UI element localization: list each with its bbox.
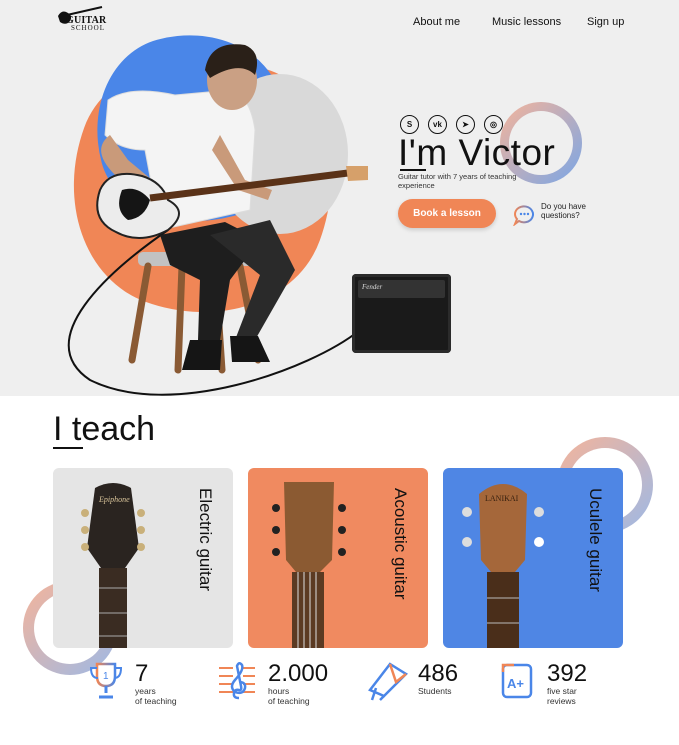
amplifier-image: Fender — [352, 274, 451, 353]
chat-bubble-icon[interactable] — [512, 202, 536, 226]
stat-number: 7 — [135, 660, 149, 687]
treble-clef-icon — [219, 662, 255, 700]
stat-number: 392 — [547, 660, 588, 687]
stat-label: Students — [418, 686, 452, 696]
card-electric-guitar[interactable]: Epiphone Electric guitar — [53, 468, 233, 648]
stat-number: 2.000 — [268, 660, 329, 687]
stat-label: five star reviews — [547, 686, 577, 706]
svg-text:1: 1 — [103, 671, 109, 682]
a-plus-icon: A+ — [501, 663, 533, 699]
svg-text:LANIKAI: LANIKAI — [485, 494, 519, 503]
nav-sign-up[interactable]: Sign up — [587, 16, 624, 28]
title-underline — [400, 169, 426, 171]
nav-about-me[interactable]: About me — [413, 16, 460, 28]
logo[interactable]: GUITAR SCHOOL — [54, 6, 114, 36]
logo-subtitle: SCHOOL — [71, 24, 106, 32]
card-label: Electric guitar — [196, 488, 215, 591]
svg-text:Epiphone: Epiphone — [98, 495, 130, 504]
book-lesson-button[interactable]: Book a lesson — [398, 199, 496, 228]
trophy-icon: 1 — [89, 662, 123, 699]
stat-label: years of teaching — [135, 686, 177, 706]
card-uculele-guitar[interactable]: LANIKAI Uculele guitar — [443, 468, 623, 648]
top-nav: GUITAR SCHOOL About me Music lessons Sig… — [0, 0, 679, 44]
stat-label: hours of teaching — [268, 686, 310, 706]
section-title: I teach — [53, 410, 156, 448]
svg-text:A+: A+ — [507, 676, 524, 691]
card-label: Uculele guitar — [586, 488, 605, 592]
card-label: Acoustic guitar — [391, 488, 410, 600]
stat-number: 486 — [418, 660, 459, 687]
hero-tagline: Guitar tutor with 7 years of teaching ex… — [398, 172, 517, 190]
nav-music-lessons[interactable]: Music lessons — [492, 16, 561, 28]
section-title-underline — [53, 447, 83, 449]
questions-text[interactable]: Do you have questions? — [541, 202, 591, 220]
hero-section: GUITAR SCHOOL About me Music lessons Sig… — [0, 0, 679, 396]
card-acoustic-guitar[interactable]: Acoustic guitar — [248, 468, 428, 648]
hero-title: I'm Victor — [398, 132, 556, 173]
graduation-cap-icon — [368, 662, 408, 701]
